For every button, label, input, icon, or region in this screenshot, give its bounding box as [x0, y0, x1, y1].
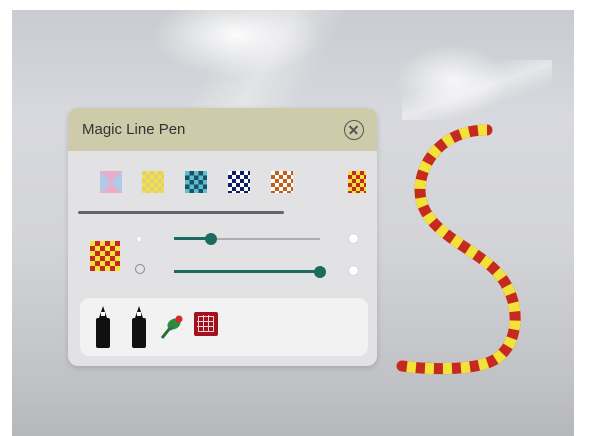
small-size-icon [136, 236, 142, 242]
knot-symbol [197, 315, 214, 332]
pattern-scroll-indicator[interactable] [78, 211, 284, 214]
close-icon[interactable] [344, 120, 364, 140]
pattern-red-yellow-check[interactable] [348, 171, 366, 193]
marker-pen-icon[interactable] [132, 306, 146, 348]
chinese-knot-icon[interactable] [194, 312, 218, 336]
pattern-orange-check[interactable] [271, 171, 293, 193]
bird-pen-icon[interactable] [160, 312, 184, 340]
pattern-navy-check[interactable] [228, 171, 250, 193]
pen-tool-tray [80, 298, 368, 356]
pen-tip [135, 306, 143, 318]
pen-body [96, 318, 110, 348]
magic-line-pen-panel: Magic Line Pen [68, 108, 377, 366]
slider-fill [174, 270, 320, 273]
opaque-icon [349, 266, 358, 275]
panel-header: Magic Line Pen [68, 108, 377, 151]
slider-thumb[interactable] [205, 233, 217, 245]
large-size-icon [349, 234, 358, 243]
slider-thumb[interactable] [314, 266, 326, 278]
pattern-teal-weave[interactable] [185, 171, 207, 193]
screen-glare [402, 60, 552, 120]
pattern-knot-pastel[interactable] [100, 171, 122, 193]
marker-pen-icon[interactable] [96, 306, 110, 348]
panel-title: Magic Line Pen [82, 121, 186, 138]
transparent-icon [135, 264, 145, 274]
pen-tip [99, 306, 107, 318]
pen-body [132, 318, 146, 348]
current-pattern-swatch [90, 241, 120, 271]
pattern-yellow-diamond[interactable] [142, 171, 164, 193]
